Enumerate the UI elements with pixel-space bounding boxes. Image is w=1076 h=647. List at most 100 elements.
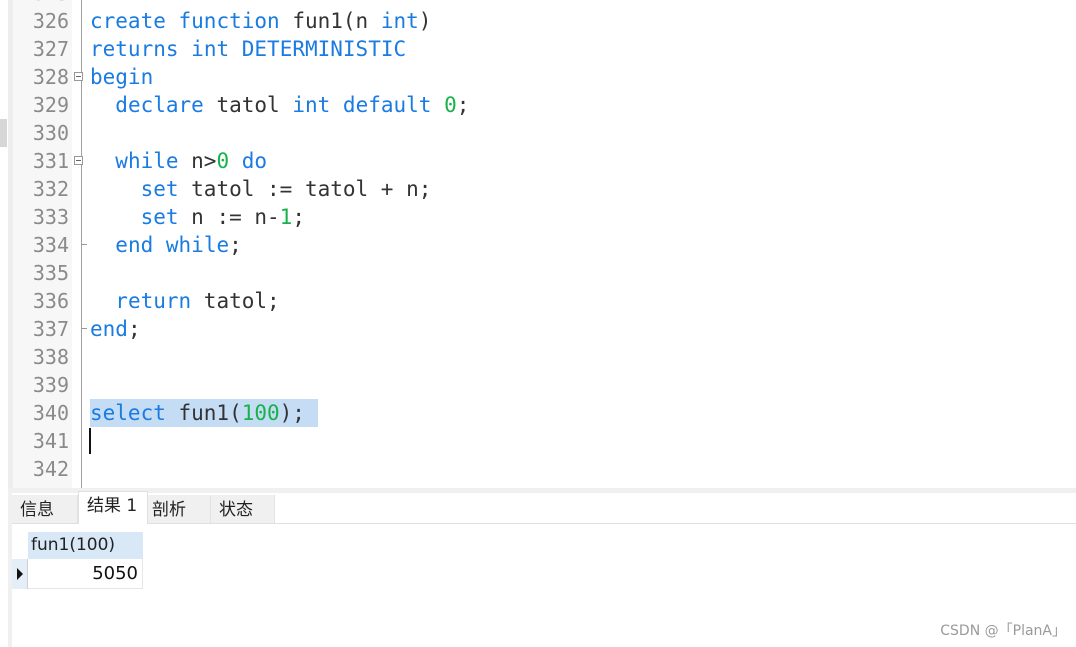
current-row-indicator-icon[interactable] xyxy=(12,559,28,589)
text-token: tatol xyxy=(203,93,293,117)
selected-code-text: select fun1(100); xyxy=(90,399,318,427)
code-text: set n := n-1; xyxy=(90,203,305,231)
keyword-token: int xyxy=(191,37,230,61)
line-number: 335 xyxy=(32,261,69,285)
keyword-token: do xyxy=(241,149,268,173)
keyword-token: DETERMINISTIC xyxy=(241,37,407,61)
keyword-token: default xyxy=(342,93,432,117)
line-number: 339 xyxy=(32,373,69,397)
line-number: 325 xyxy=(13,0,69,7)
result-tabs: 信息 结果 1 剖析 状态 xyxy=(12,491,1076,524)
tab-result-1[interactable]: 结果 1 xyxy=(78,491,148,524)
keyword-token: select xyxy=(90,401,166,425)
text-token: n> xyxy=(178,149,217,173)
tab-status[interactable]: 状态 xyxy=(211,495,275,523)
code-text: create function fun1(n int) xyxy=(90,7,431,35)
line-number: 326 xyxy=(32,9,69,33)
text-token: ; xyxy=(229,233,242,257)
keyword-token: returns xyxy=(90,37,179,61)
watermark: CSDN @「PlanA」 xyxy=(940,623,1066,639)
keyword-token: return xyxy=(115,289,192,313)
line-number: 337 xyxy=(32,317,69,341)
keyword-token: end xyxy=(115,233,154,257)
line-number: 329 xyxy=(32,93,69,117)
text-caret xyxy=(89,428,91,454)
keyword-token: begin xyxy=(90,65,154,89)
keyword-token: int xyxy=(380,9,419,33)
code-text: end while; xyxy=(90,231,242,259)
keyword-token: end xyxy=(90,317,128,341)
left-strip xyxy=(0,0,8,647)
sql-editor[interactable]: 325 326 create function fun1(n int) 327 retu… xyxy=(0,0,1076,647)
vertical-scroll-marker[interactable] xyxy=(0,119,7,147)
tab-profile[interactable]: 剖析 xyxy=(148,495,211,523)
result-cell[interactable]: 5050 xyxy=(28,559,143,589)
keyword-token: int xyxy=(292,93,331,117)
number-token: 0 xyxy=(444,93,457,117)
line-number: 341 xyxy=(32,429,69,453)
line-number: 328 xyxy=(32,65,69,89)
line-number: 338 xyxy=(32,345,69,369)
tab-label: 剖析 xyxy=(152,500,186,520)
fold-end-marker xyxy=(81,244,87,245)
text-token: ) xyxy=(418,9,432,33)
keyword-token: set xyxy=(140,177,179,201)
text-token: tatol; xyxy=(191,289,280,313)
code-text: set tatol := tatol + n; xyxy=(90,175,432,203)
fold-toggle-icon[interactable] xyxy=(74,72,83,81)
line-number: 342 xyxy=(32,457,69,481)
keyword-token: function xyxy=(178,9,280,33)
tab-label: 状态 xyxy=(219,500,253,520)
code-text: returns int DETERMINISTIC xyxy=(90,35,406,63)
tab-label: 信息 xyxy=(20,500,54,520)
keyword-token: while xyxy=(165,233,230,257)
code-text: end; xyxy=(90,315,141,343)
text-token: fun1(n xyxy=(279,9,381,33)
line-number: 327 xyxy=(32,37,69,61)
tab-info[interactable]: 信息 xyxy=(12,495,78,523)
fold-end-marker xyxy=(81,328,87,329)
line-number: 332 xyxy=(32,177,69,201)
code-text: return tatol; xyxy=(90,287,280,315)
line-number: 330 xyxy=(32,121,69,145)
line-number: 334 xyxy=(32,233,69,257)
line-number: 340 xyxy=(32,401,69,425)
grid-corner xyxy=(12,532,28,559)
keyword-token: while xyxy=(115,149,179,173)
text-token: ; xyxy=(292,205,305,229)
text-token: ); xyxy=(279,401,305,425)
line-number: 333 xyxy=(32,205,69,229)
line-number: 336 xyxy=(32,289,69,313)
fold-toggle-icon[interactable] xyxy=(74,156,83,165)
text-token: ; xyxy=(127,317,141,341)
line-number: 331 xyxy=(32,149,69,173)
text-token: fun1( xyxy=(165,401,242,425)
text-token: n := n- xyxy=(178,205,280,229)
text-token: tatol := tatol + n; xyxy=(178,177,432,201)
keyword-token: create xyxy=(90,9,166,33)
keyword-token: set xyxy=(140,205,179,229)
number-token: 100 xyxy=(241,401,280,425)
tab-label: 结果 1 xyxy=(87,496,138,516)
text-token: ; xyxy=(456,93,470,117)
number-token: 1 xyxy=(279,205,293,229)
keyword-token: declare xyxy=(115,93,204,117)
code-text: declare tatol int default 0; xyxy=(90,91,469,119)
number-token: 0 xyxy=(216,149,230,173)
column-header-fun1-100[interactable]: fun1(100) xyxy=(28,532,143,559)
code-text: while n>0 do xyxy=(90,147,267,175)
